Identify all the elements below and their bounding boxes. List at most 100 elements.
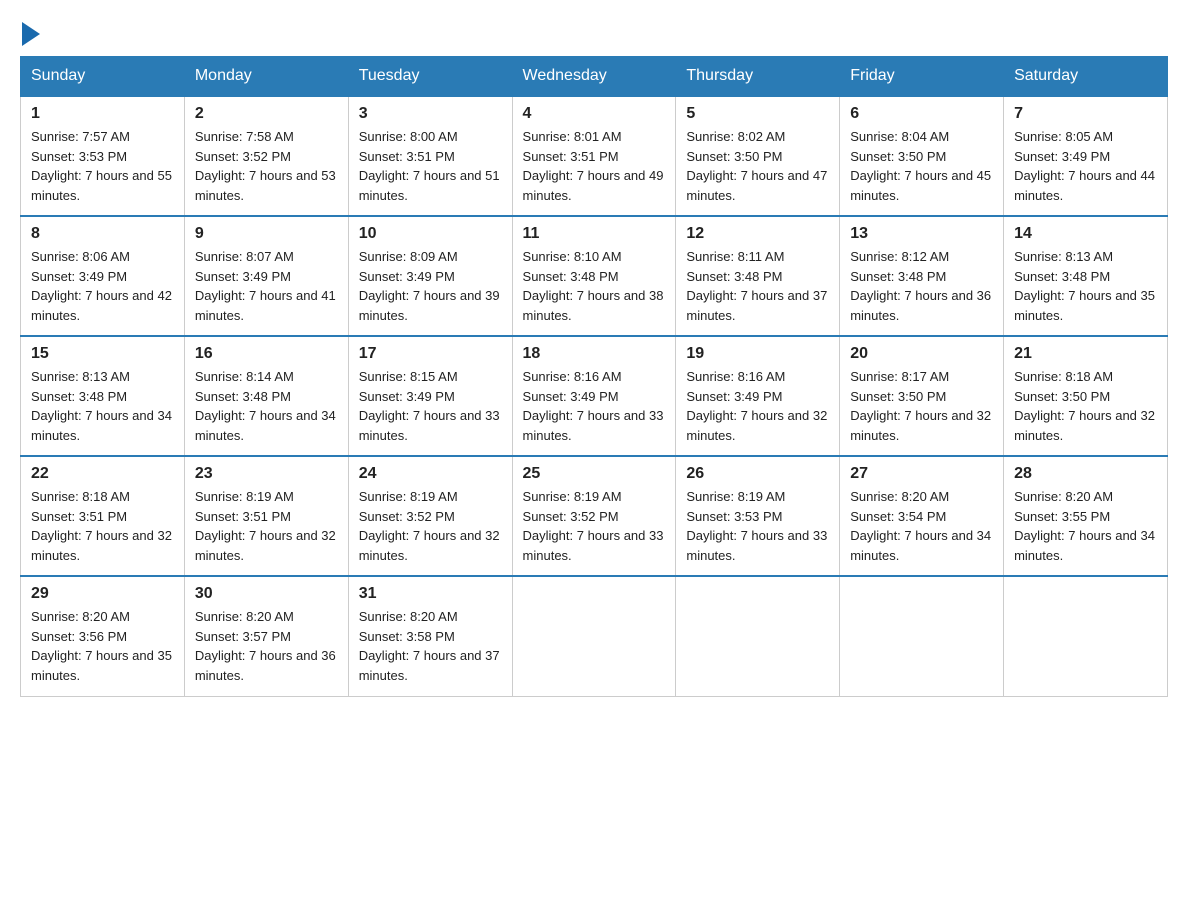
calendar-week-row: 22 Sunrise: 8:18 AMSunset: 3:51 PMDaylig… xyxy=(21,456,1168,576)
day-number: 8 xyxy=(31,225,174,243)
calendar-cell: 9 Sunrise: 8:07 AMSunset: 3:49 PMDayligh… xyxy=(184,216,348,336)
day-info: Sunrise: 8:01 AMSunset: 3:51 PMDaylight:… xyxy=(523,129,664,203)
calendar-cell: 19 Sunrise: 8:16 AMSunset: 3:49 PMDaylig… xyxy=(676,336,840,456)
calendar-cell: 13 Sunrise: 8:12 AMSunset: 3:48 PMDaylig… xyxy=(840,216,1004,336)
day-info: Sunrise: 8:05 AMSunset: 3:49 PMDaylight:… xyxy=(1014,129,1155,203)
day-number: 17 xyxy=(359,345,502,363)
calendar-cell xyxy=(840,576,1004,696)
day-header-wednesday: Wednesday xyxy=(512,57,676,97)
day-info: Sunrise: 8:09 AMSunset: 3:49 PMDaylight:… xyxy=(359,249,500,323)
day-number: 31 xyxy=(359,585,502,603)
day-info: Sunrise: 8:20 AMSunset: 3:55 PMDaylight:… xyxy=(1014,489,1155,563)
day-number: 7 xyxy=(1014,105,1157,123)
calendar-cell: 17 Sunrise: 8:15 AMSunset: 3:49 PMDaylig… xyxy=(348,336,512,456)
day-number: 27 xyxy=(850,465,993,483)
calendar-cell: 22 Sunrise: 8:18 AMSunset: 3:51 PMDaylig… xyxy=(21,456,185,576)
day-info: Sunrise: 8:07 AMSunset: 3:49 PMDaylight:… xyxy=(195,249,336,323)
day-info: Sunrise: 8:12 AMSunset: 3:48 PMDaylight:… xyxy=(850,249,991,323)
day-info: Sunrise: 8:20 AMSunset: 3:58 PMDaylight:… xyxy=(359,609,500,683)
day-info: Sunrise: 8:04 AMSunset: 3:50 PMDaylight:… xyxy=(850,129,991,203)
day-info: Sunrise: 8:19 AMSunset: 3:53 PMDaylight:… xyxy=(686,489,827,563)
day-header-thursday: Thursday xyxy=(676,57,840,97)
day-info: Sunrise: 8:18 AMSunset: 3:51 PMDaylight:… xyxy=(31,489,172,563)
calendar-cell: 18 Sunrise: 8:16 AMSunset: 3:49 PMDaylig… xyxy=(512,336,676,456)
calendar-cell: 8 Sunrise: 8:06 AMSunset: 3:49 PMDayligh… xyxy=(21,216,185,336)
day-number: 20 xyxy=(850,345,993,363)
calendar-cell: 10 Sunrise: 8:09 AMSunset: 3:49 PMDaylig… xyxy=(348,216,512,336)
day-number: 11 xyxy=(523,225,666,243)
day-number: 9 xyxy=(195,225,338,243)
day-info: Sunrise: 8:13 AMSunset: 3:48 PMDaylight:… xyxy=(31,369,172,443)
day-number: 30 xyxy=(195,585,338,603)
day-info: Sunrise: 8:20 AMSunset: 3:57 PMDaylight:… xyxy=(195,609,336,683)
calendar-cell: 15 Sunrise: 8:13 AMSunset: 3:48 PMDaylig… xyxy=(21,336,185,456)
calendar-cell: 2 Sunrise: 7:58 AMSunset: 3:52 PMDayligh… xyxy=(184,96,348,216)
calendar-table: SundayMondayTuesdayWednesdayThursdayFrid… xyxy=(20,56,1168,697)
calendar-cell: 28 Sunrise: 8:20 AMSunset: 3:55 PMDaylig… xyxy=(1004,456,1168,576)
calendar-week-row: 8 Sunrise: 8:06 AMSunset: 3:49 PMDayligh… xyxy=(21,216,1168,336)
day-number: 24 xyxy=(359,465,502,483)
calendar-cell xyxy=(676,576,840,696)
calendar-cell: 26 Sunrise: 8:19 AMSunset: 3:53 PMDaylig… xyxy=(676,456,840,576)
calendar-cell: 12 Sunrise: 8:11 AMSunset: 3:48 PMDaylig… xyxy=(676,216,840,336)
page-header xyxy=(20,20,1168,46)
day-info: Sunrise: 8:02 AMSunset: 3:50 PMDaylight:… xyxy=(686,129,827,203)
day-number: 3 xyxy=(359,105,502,123)
calendar-cell: 27 Sunrise: 8:20 AMSunset: 3:54 PMDaylig… xyxy=(840,456,1004,576)
day-number: 29 xyxy=(31,585,174,603)
calendar-cell: 23 Sunrise: 8:19 AMSunset: 3:51 PMDaylig… xyxy=(184,456,348,576)
day-number: 4 xyxy=(523,105,666,123)
calendar-cell: 31 Sunrise: 8:20 AMSunset: 3:58 PMDaylig… xyxy=(348,576,512,696)
day-info: Sunrise: 8:20 AMSunset: 3:54 PMDaylight:… xyxy=(850,489,991,563)
calendar-cell: 11 Sunrise: 8:10 AMSunset: 3:48 PMDaylig… xyxy=(512,216,676,336)
day-header-tuesday: Tuesday xyxy=(348,57,512,97)
day-info: Sunrise: 8:17 AMSunset: 3:50 PMDaylight:… xyxy=(850,369,991,443)
day-number: 14 xyxy=(1014,225,1157,243)
day-number: 18 xyxy=(523,345,666,363)
day-info: Sunrise: 8:10 AMSunset: 3:48 PMDaylight:… xyxy=(523,249,664,323)
day-info: Sunrise: 8:14 AMSunset: 3:48 PMDaylight:… xyxy=(195,369,336,443)
day-info: Sunrise: 8:19 AMSunset: 3:52 PMDaylight:… xyxy=(359,489,500,563)
day-number: 25 xyxy=(523,465,666,483)
day-info: Sunrise: 8:00 AMSunset: 3:51 PMDaylight:… xyxy=(359,129,500,203)
day-header-sunday: Sunday xyxy=(21,57,185,97)
day-number: 26 xyxy=(686,465,829,483)
calendar-cell: 14 Sunrise: 8:13 AMSunset: 3:48 PMDaylig… xyxy=(1004,216,1168,336)
day-info: Sunrise: 8:13 AMSunset: 3:48 PMDaylight:… xyxy=(1014,249,1155,323)
calendar-week-row: 29 Sunrise: 8:20 AMSunset: 3:56 PMDaylig… xyxy=(21,576,1168,696)
day-header-friday: Friday xyxy=(840,57,1004,97)
calendar-cell: 1 Sunrise: 7:57 AMSunset: 3:53 PMDayligh… xyxy=(21,96,185,216)
day-number: 13 xyxy=(850,225,993,243)
day-header-saturday: Saturday xyxy=(1004,57,1168,97)
day-info: Sunrise: 8:20 AMSunset: 3:56 PMDaylight:… xyxy=(31,609,172,683)
calendar-cell: 25 Sunrise: 8:19 AMSunset: 3:52 PMDaylig… xyxy=(512,456,676,576)
calendar-cell: 20 Sunrise: 8:17 AMSunset: 3:50 PMDaylig… xyxy=(840,336,1004,456)
calendar-cell: 5 Sunrise: 8:02 AMSunset: 3:50 PMDayligh… xyxy=(676,96,840,216)
day-info: Sunrise: 8:16 AMSunset: 3:49 PMDaylight:… xyxy=(686,369,827,443)
day-info: Sunrise: 8:11 AMSunset: 3:48 PMDaylight:… xyxy=(686,249,827,323)
calendar-cell: 21 Sunrise: 8:18 AMSunset: 3:50 PMDaylig… xyxy=(1004,336,1168,456)
day-info: Sunrise: 8:19 AMSunset: 3:51 PMDaylight:… xyxy=(195,489,336,563)
calendar-cell: 30 Sunrise: 8:20 AMSunset: 3:57 PMDaylig… xyxy=(184,576,348,696)
day-info: Sunrise: 7:57 AMSunset: 3:53 PMDaylight:… xyxy=(31,129,172,203)
day-info: Sunrise: 7:58 AMSunset: 3:52 PMDaylight:… xyxy=(195,129,336,203)
day-number: 6 xyxy=(850,105,993,123)
calendar-cell: 29 Sunrise: 8:20 AMSunset: 3:56 PMDaylig… xyxy=(21,576,185,696)
day-number: 10 xyxy=(359,225,502,243)
calendar-cell xyxy=(1004,576,1168,696)
calendar-cell: 7 Sunrise: 8:05 AMSunset: 3:49 PMDayligh… xyxy=(1004,96,1168,216)
calendar-cell: 4 Sunrise: 8:01 AMSunset: 3:51 PMDayligh… xyxy=(512,96,676,216)
calendar-week-row: 1 Sunrise: 7:57 AMSunset: 3:53 PMDayligh… xyxy=(21,96,1168,216)
day-number: 16 xyxy=(195,345,338,363)
day-info: Sunrise: 8:19 AMSunset: 3:52 PMDaylight:… xyxy=(523,489,664,563)
day-number: 15 xyxy=(31,345,174,363)
logo xyxy=(20,20,40,46)
day-number: 21 xyxy=(1014,345,1157,363)
day-number: 22 xyxy=(31,465,174,483)
calendar-cell: 24 Sunrise: 8:19 AMSunset: 3:52 PMDaylig… xyxy=(348,456,512,576)
day-number: 12 xyxy=(686,225,829,243)
day-number: 28 xyxy=(1014,465,1157,483)
calendar-cell: 3 Sunrise: 8:00 AMSunset: 3:51 PMDayligh… xyxy=(348,96,512,216)
calendar-header-row: SundayMondayTuesdayWednesdayThursdayFrid… xyxy=(21,57,1168,97)
day-number: 2 xyxy=(195,105,338,123)
